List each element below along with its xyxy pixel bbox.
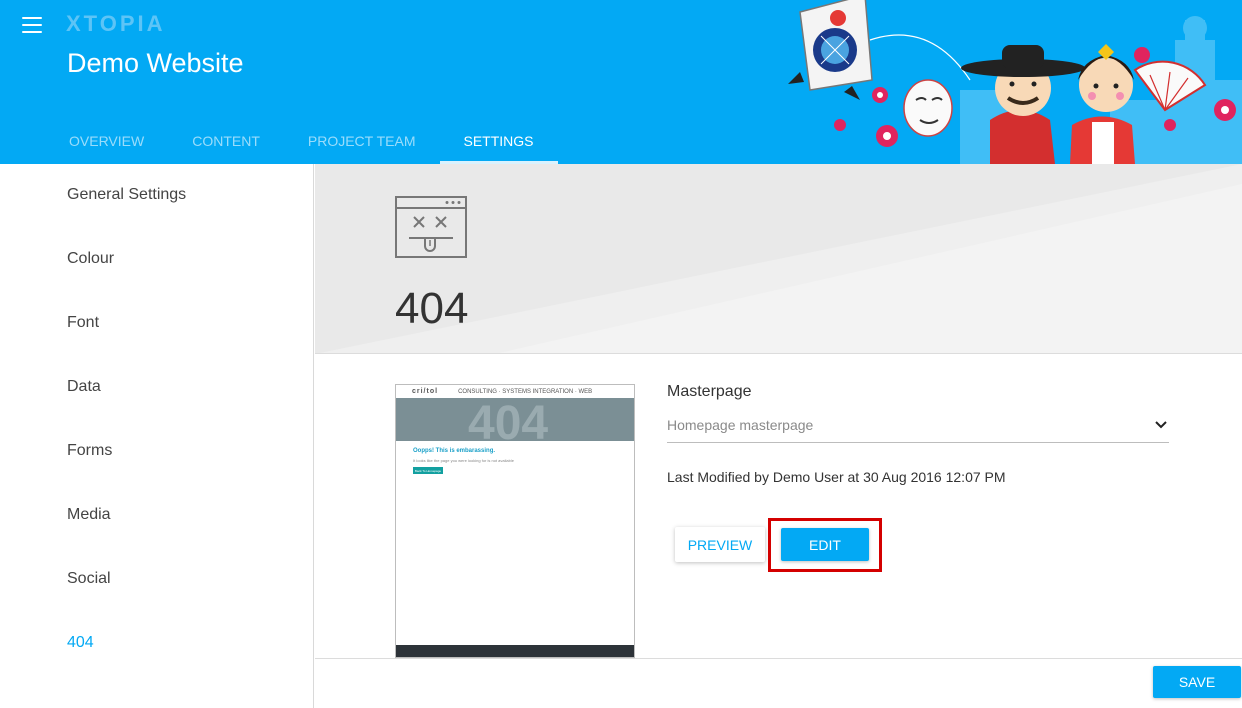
- thumbnail-topbar: cri/tol CONSULTING · SYSTEMS INTEGRATION…: [396, 385, 634, 398]
- header-illustration: [788, 0, 1242, 164]
- masterpage-select[interactable]: Homepage masterpage: [667, 410, 1169, 443]
- sidebar-item-font[interactable]: Font: [67, 314, 99, 332]
- action-footer: [315, 658, 1242, 708]
- app-header: XTOPIA Demo Website OVERVIEW CONTENT PRO…: [0, 0, 1242, 164]
- tab-overview[interactable]: OVERVIEW: [45, 118, 168, 164]
- thumbnail-hero: 404: [396, 398, 634, 441]
- page-banner: 404: [315, 164, 1242, 354]
- settings-sidebar: General Settings Colour Font Data Forms …: [0, 164, 314, 708]
- sidebar-item-forms[interactable]: Forms: [67, 442, 112, 460]
- thumbnail-message: Oopps! This is embarassing.: [413, 448, 496, 454]
- sidebar-item-general-settings[interactable]: General Settings: [67, 186, 186, 204]
- sidebar-item-data[interactable]: Data: [67, 378, 101, 396]
- xtopia-logo: XTOPIA: [66, 11, 166, 36]
- thumbnail-subtext: It looks like the page you were looking …: [413, 458, 514, 463]
- thumbnail-nav: CONSULTING · SYSTEMS INTEGRATION · WEB: [458, 388, 593, 395]
- sidebar-item-colour[interactable]: Colour: [67, 250, 114, 268]
- page-title: 404: [395, 284, 469, 333]
- save-button[interactable]: SAVE: [1153, 666, 1241, 698]
- preview-button[interactable]: PREVIEW: [675, 527, 765, 562]
- thumbnail-footer: [396, 645, 634, 657]
- sidebar-item-404[interactable]: 404: [67, 634, 94, 652]
- thumbnail-brand: cri/tol: [412, 388, 439, 395]
- page-preview-thumbnail: cri/tol CONSULTING · SYSTEMS INTEGRATION…: [395, 384, 635, 658]
- main-tabs: OVERVIEW CONTENT PROJECT TEAM SETTINGS: [45, 118, 558, 164]
- sidebar-item-social[interactable]: Social: [67, 570, 111, 588]
- site-title: Demo Website: [67, 48, 244, 78]
- chevron-down-icon: [1155, 421, 1167, 429]
- sidebar-item-media[interactable]: Media: [67, 506, 111, 524]
- hamburger-menu-icon[interactable]: [22, 17, 42, 33]
- edit-button[interactable]: EDIT: [781, 528, 869, 561]
- tab-content[interactable]: CONTENT: [168, 118, 284, 164]
- tab-project-team[interactable]: PROJECT TEAM: [284, 118, 440, 164]
- masterpage-select-value: Homepage masterpage: [667, 417, 814, 433]
- tab-settings[interactable]: SETTINGS: [439, 118, 558, 164]
- thumbnail-home-button: Back To Homepage: [413, 467, 443, 474]
- last-modified-text: Last Modified by Demo User at 30 Aug 201…: [667, 469, 1006, 485]
- thumbnail-404: 404: [468, 398, 549, 441]
- masterpage-label: Masterpage: [667, 383, 752, 400]
- broken-page-icon: [395, 196, 467, 258]
